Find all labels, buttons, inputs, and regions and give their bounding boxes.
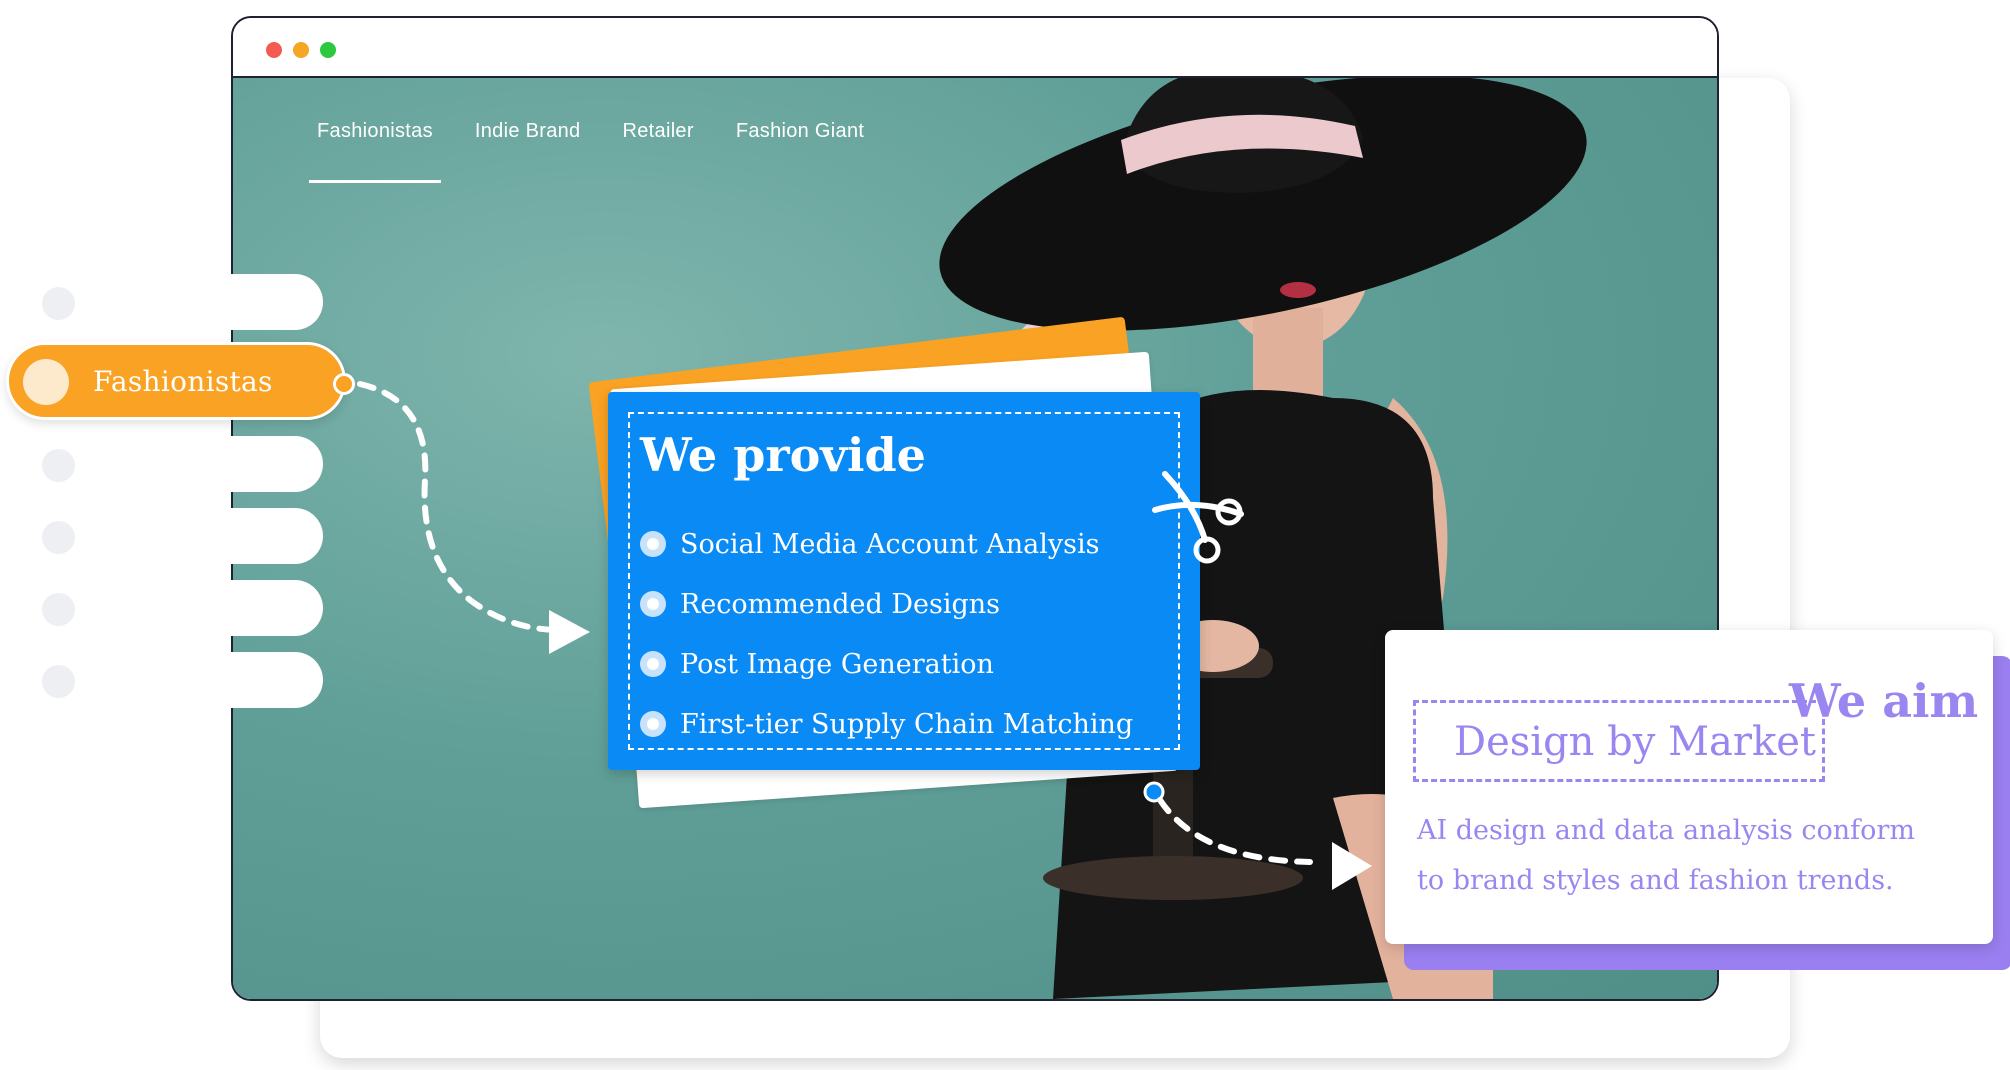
list-item: Recommended Designs	[640, 574, 1133, 634]
provide-item-label: Social Media Account Analysis	[680, 528, 1100, 560]
sidebar-dot	[42, 521, 75, 554]
aim-description-line: to brand styles and fashion trends.	[1417, 865, 1894, 896]
list-item: Post Image Generation	[640, 634, 1133, 694]
connector-node	[333, 373, 355, 395]
nav-tab-fashion-giant[interactable]: Fashion Giant	[732, 120, 868, 183]
sidebar-dot	[42, 665, 75, 698]
sidebar-dot	[42, 449, 75, 482]
nav-tab-fashionistas[interactable]: Fashionistas	[309, 120, 441, 183]
bullet-icon	[640, 531, 666, 557]
aim-headline-frame: Design by Market	[1413, 700, 1825, 782]
sidebar-tab-fashionistas[interactable]: Fashionistas	[6, 342, 355, 420]
aim-description: AI design and data analysis conform to b…	[1417, 806, 1977, 906]
minimize-window-dot[interactable]	[293, 42, 309, 58]
aim-headline: Design by Market	[1454, 719, 1816, 765]
maximize-window-dot[interactable]	[320, 42, 336, 58]
nav-tab-retailer[interactable]: Retailer	[619, 120, 698, 183]
provide-item-label: Post Image Generation	[680, 648, 994, 680]
provide-item-label: First-tier Supply Chain Matching	[680, 708, 1134, 740]
sidebar-tab[interactable]	[178, 580, 323, 636]
browser-titlebar	[233, 18, 1717, 78]
sidebar-tab[interactable]	[178, 508, 323, 564]
list-item: First-tier Supply Chain Matching	[640, 694, 1133, 754]
top-nav: Fashionistas Indie Brand Retailer Fashio…	[309, 120, 868, 183]
bullet-icon	[640, 651, 666, 677]
aim-title: We aim	[1789, 674, 1979, 728]
sidebar-tab[interactable]	[178, 436, 323, 492]
provide-title: We provide	[640, 428, 926, 482]
aim-card: Design by Market We aim AI design and da…	[1385, 630, 1993, 944]
provide-list: Social Media Account Analysis Recommende…	[640, 514, 1133, 754]
sidebar-tab[interactable]	[178, 274, 323, 330]
provide-card: We provide Social Media Account Analysis…	[608, 392, 1200, 770]
sidebar-tab[interactable]	[178, 652, 323, 708]
list-item: Social Media Account Analysis	[640, 514, 1133, 574]
bullet-icon	[640, 711, 666, 737]
sidebar-dot	[42, 593, 75, 626]
nav-tab-indie-brand[interactable]: Indie Brand	[471, 120, 585, 183]
aim-description-line: AI design and data analysis conform	[1417, 815, 1915, 846]
sidebar-dot	[42, 287, 75, 320]
tab-indicator-knob	[23, 359, 69, 405]
sidebar-tab-label: Fashionistas	[93, 365, 273, 398]
close-window-dot[interactable]	[266, 42, 282, 58]
provide-item-label: Recommended Designs	[680, 588, 1001, 620]
bullet-icon	[640, 591, 666, 617]
